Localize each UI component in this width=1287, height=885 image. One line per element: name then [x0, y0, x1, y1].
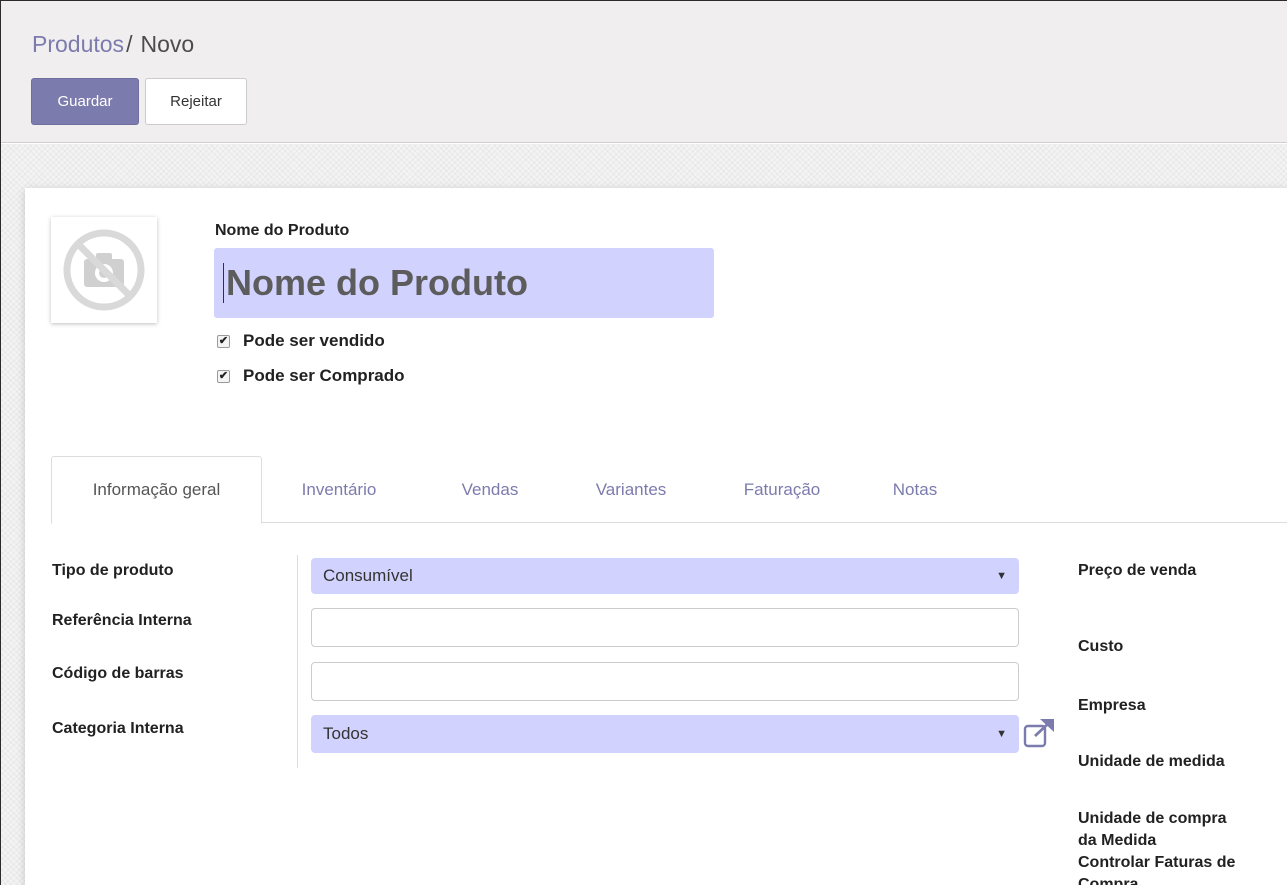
can-be-sold-checkbox[interactable]: ✔	[217, 334, 230, 348]
product-name-input[interactable]: Nome do Produto	[214, 248, 714, 318]
tab-variants[interactable]: Variantes	[581, 456, 681, 523]
product-type-select[interactable]: Consumível ▼	[311, 558, 1019, 594]
control-bills-label-line2: Compra	[1078, 876, 1139, 885]
internal-reference-input[interactable]	[311, 608, 1019, 647]
control-bills-label-line1: Controlar Faturas de	[1078, 854, 1236, 871]
internal-reference-label: Referência Interna	[52, 612, 192, 629]
can-be-sold-label: Pode ser vendido	[243, 331, 385, 350]
internal-category-label: Categoria Interna	[52, 720, 184, 737]
tab-sales[interactable]: Vendas	[455, 456, 525, 523]
discard-button[interactable]: Rejeitar	[145, 78, 247, 125]
tab-general-info[interactable]: Informação geral	[51, 456, 262, 524]
control-panel: Produtos / Novo Guardar Rejeitar	[1, 1, 1287, 143]
product-type-label: Tipo de produto	[52, 562, 174, 579]
can-be-sold-row: ✔ Pode ser vendido	[217, 331, 385, 351]
purchase-uom-label-line2: da Medida	[1078, 832, 1157, 849]
product-type-value: Consumível	[323, 566, 413, 585]
tab-inventory[interactable]: Inventário	[289, 456, 389, 523]
breadcrumb-parent-link[interactable]: Produtos	[32, 31, 124, 58]
product-name-placeholder: Nome do Produto	[226, 262, 528, 303]
barcode-label: Código de barras	[52, 665, 184, 682]
control-bills-label: Controlar Faturas de Compra	[1078, 852, 1235, 885]
breadcrumb-current: Novo	[140, 31, 195, 57]
purchase-uom-label-line1: Unidade de compra	[1078, 810, 1227, 827]
breadcrumb: Produtos / Novo	[32, 31, 194, 58]
sale-price-label: Preço de venda	[1078, 562, 1197, 579]
app-window: Produtos / Novo Guardar Rejeitar Nome do…	[0, 0, 1287, 885]
form-background: Nome do Produto Nome do Produto ✔ Pode s…	[1, 144, 1287, 885]
product-name-label: Nome do Produto	[215, 222, 350, 239]
internal-category-value: Todos	[323, 724, 369, 743]
unit-of-measure-label: Unidade de medida	[1078, 753, 1225, 770]
chevron-down-icon: ▼	[996, 570, 1007, 582]
can-be-purchased-checkbox[interactable]: ✔	[217, 369, 230, 383]
company-label: Empresa	[1078, 697, 1146, 714]
external-link-icon[interactable]	[1023, 718, 1055, 748]
text-caret	[223, 263, 224, 303]
tab-notes[interactable]: Notas	[877, 456, 953, 523]
tab-invoicing[interactable]: Faturação	[730, 456, 834, 523]
save-button[interactable]: Guardar	[31, 78, 139, 125]
barcode-input[interactable]	[311, 662, 1019, 701]
form-sheet: Nome do Produto Nome do Produto ✔ Pode s…	[25, 188, 1287, 885]
notebook-tabs: Informação geral Inventário Vendas Varia…	[51, 456, 1287, 524]
group-separator	[297, 555, 298, 768]
purchase-uom-label: Unidade de compra da Medida	[1078, 808, 1226, 852]
can-be-purchased-row: ✔ Pode ser Comprado	[217, 366, 405, 386]
chevron-down-icon: ▼	[996, 728, 1007, 740]
can-be-purchased-label: Pode ser Comprado	[243, 366, 405, 385]
breadcrumb-separator: /	[126, 31, 133, 57]
internal-category-select[interactable]: Todos ▼	[311, 715, 1019, 753]
cost-label: Custo	[1078, 638, 1124, 655]
product-image-field[interactable]	[51, 217, 157, 323]
camera-slash-icon	[63, 229, 145, 311]
